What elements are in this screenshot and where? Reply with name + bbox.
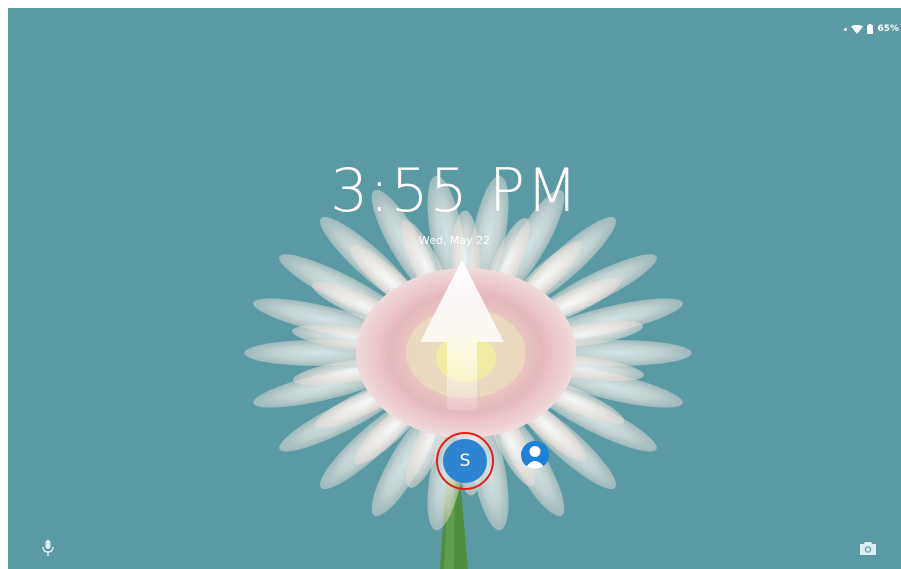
avatar: S [443,439,487,483]
swipe-up-arrow-icon [420,260,504,410]
camera-icon[interactable] [860,541,876,555]
battery-percent: 65% [877,24,899,34]
user-switch-guest[interactable] [521,441,549,469]
lockscreen-clock: 3:55 PM [330,156,579,226]
wifi-icon [851,24,864,34]
lock-screen: 65% 3:55 PM Wed, May 22 S [8,8,901,569]
microphone-icon[interactable] [42,540,54,556]
user-switch-current[interactable]: S [436,432,494,490]
person-icon [524,446,546,469]
avatar-initial: S [459,451,471,471]
battery-icon [867,24,874,34]
signal-dot-icon [844,27,848,31]
status-bar: 65% [844,22,899,36]
lockscreen-date: Wed, May 22 [418,234,491,247]
